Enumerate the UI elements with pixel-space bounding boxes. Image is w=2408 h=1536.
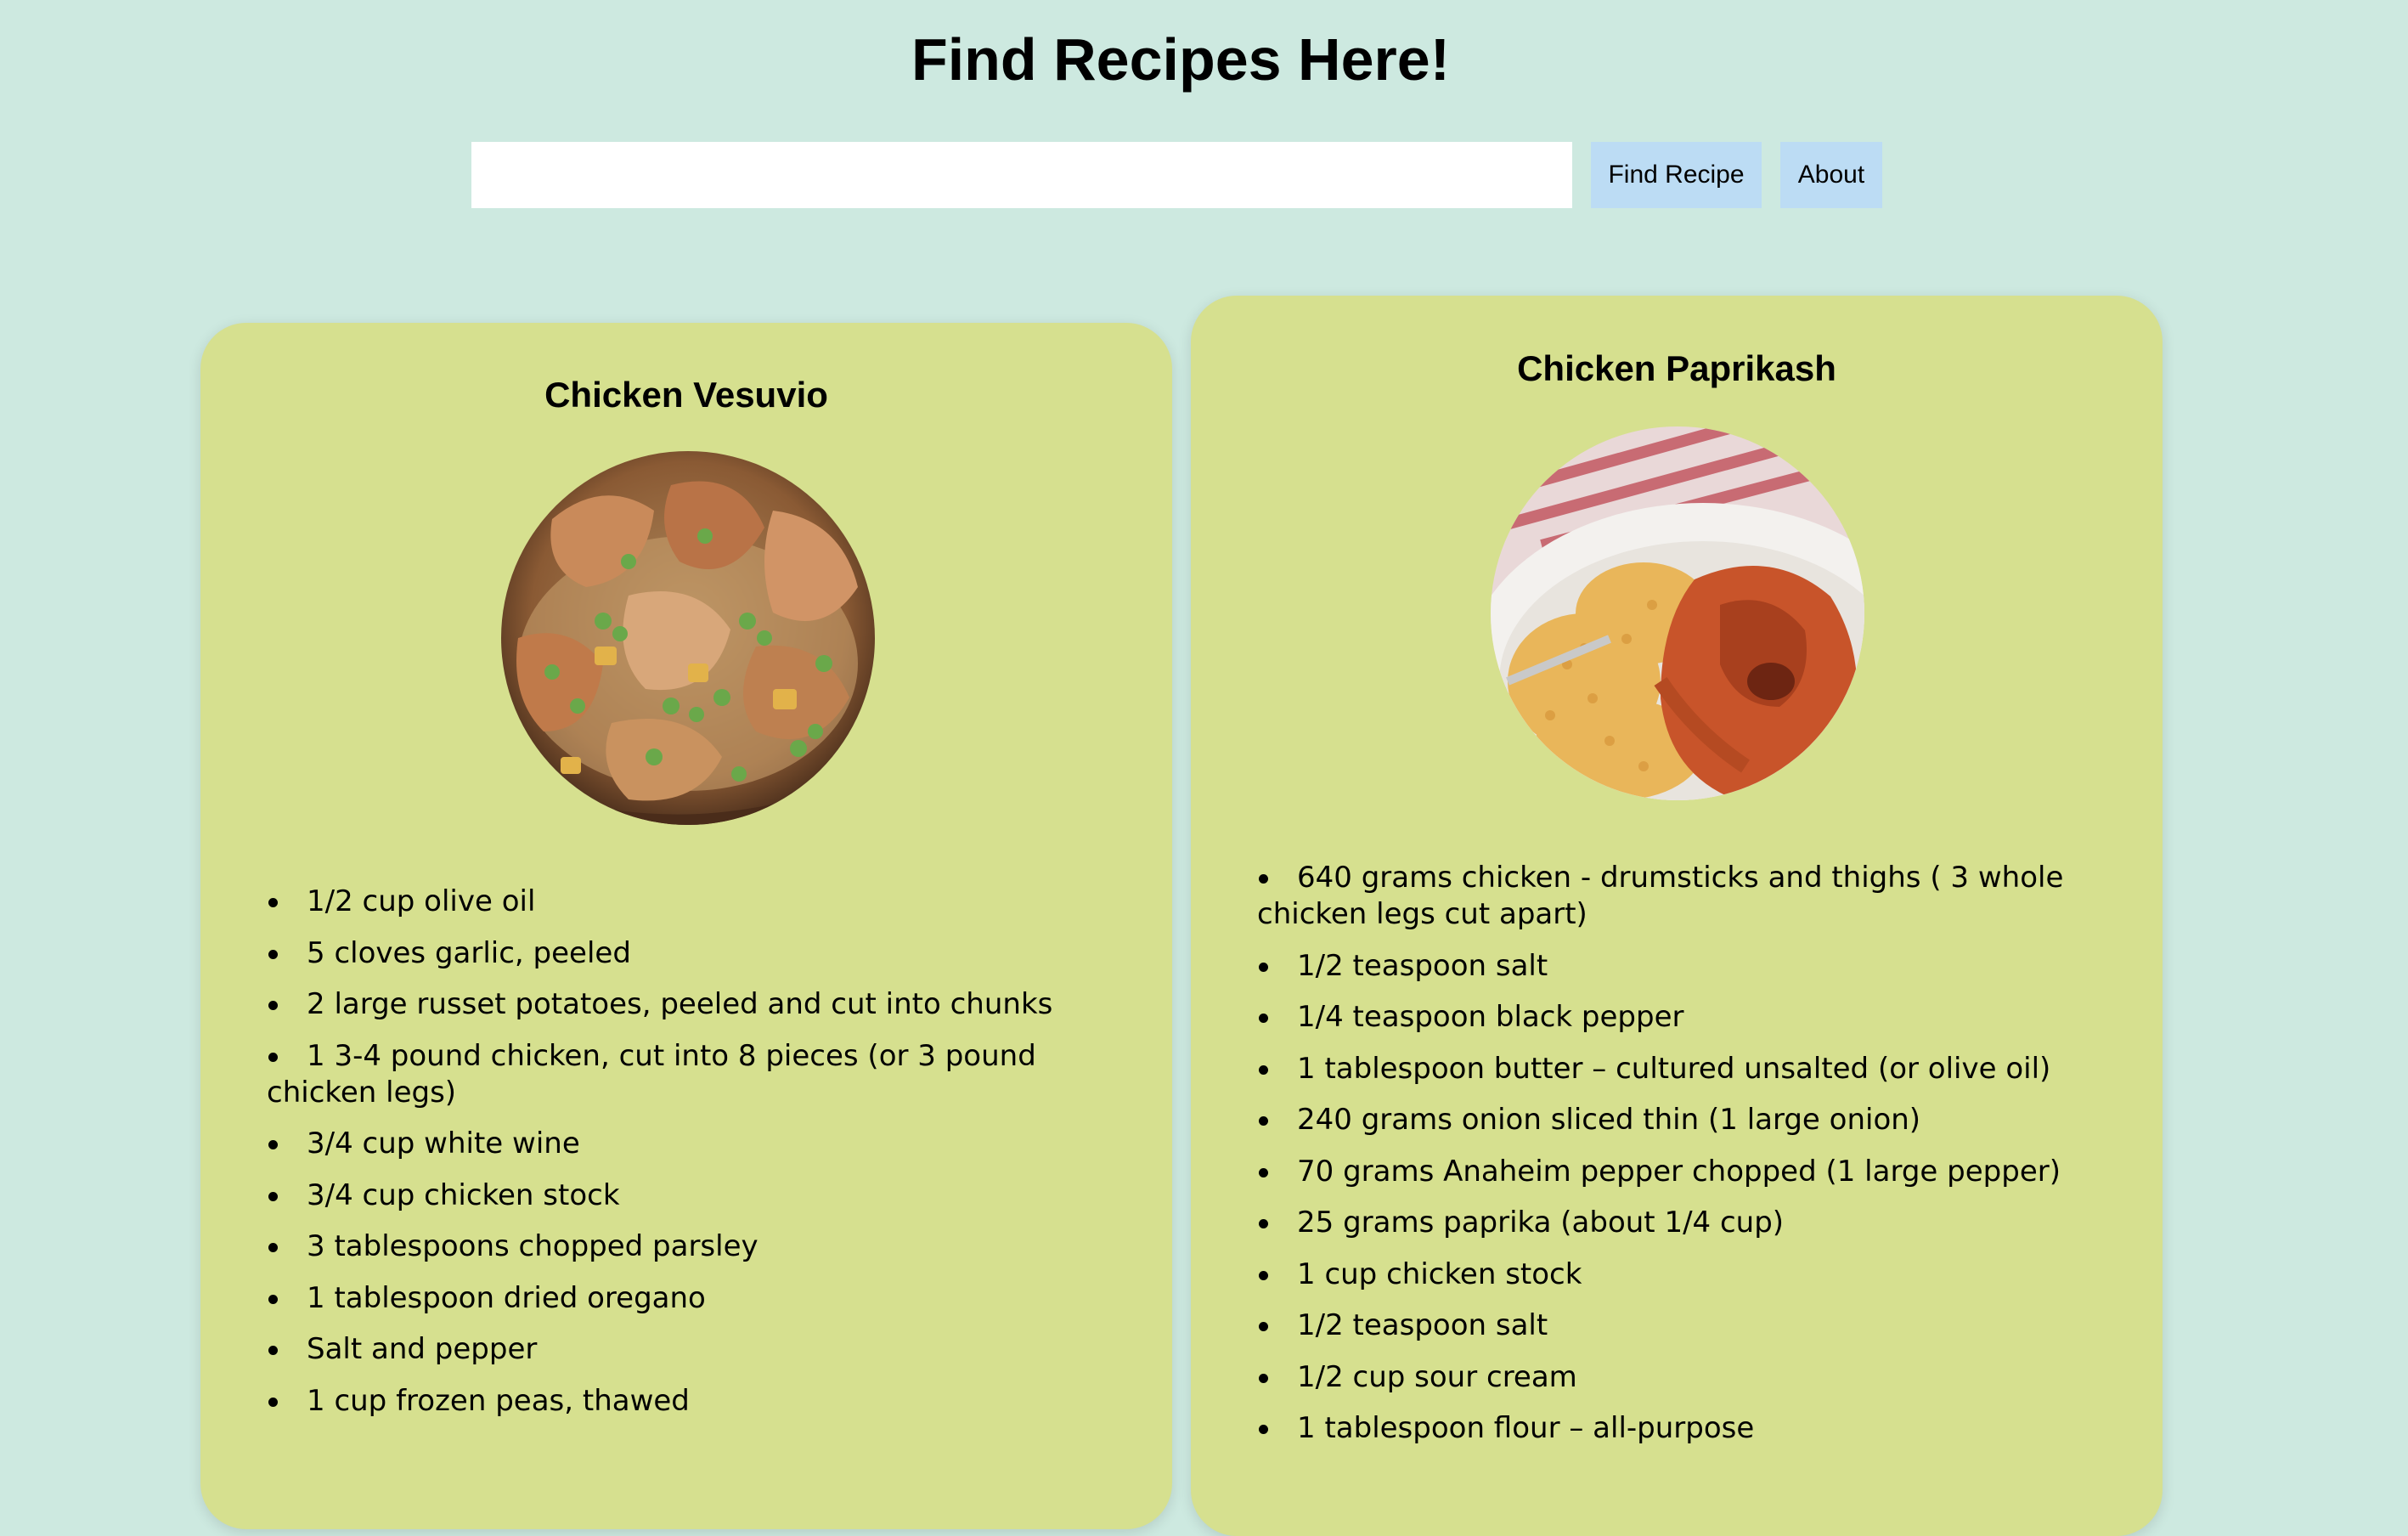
list-item: 25 grams paprika (about 1/4 cup) <box>1257 1205 2123 1241</box>
list-item: 70 grams Anaheim pepper chopped (1 large… <box>1257 1154 2123 1190</box>
recipe-title: Chicken Vesuvio <box>544 375 828 415</box>
recipe-card: Chicken Paprikash 640 grams chicken - dr… <box>1191 296 2163 1536</box>
list-item: 3 tablespoons chopped parsley <box>267 1228 1150 1265</box>
list-item: 1 3-4 pound chicken, cut into 8 pieces (… <box>267 1038 1150 1111</box>
find-recipe-button[interactable]: Find Recipe <box>1591 142 1762 208</box>
list-item: 5 cloves garlic, peeled <box>267 935 1150 972</box>
list-item: Salt and pepper <box>267 1331 1150 1368</box>
recipe-image <box>1491 426 1864 800</box>
list-item: 1/4 teaspoon black pepper <box>1257 999 2123 1036</box>
list-item: 1/2 teaspoon salt <box>1257 948 2123 985</box>
list-item: 3/4 cup chicken stock <box>267 1177 1150 1214</box>
list-item: 1/2 cup olive oil <box>267 884 1150 920</box>
recipe-card: Chicken Vesuvio 1/2 cup olive oil 5 clov… <box>200 323 1172 1529</box>
list-item: 1/2 teaspoon salt <box>1257 1307 2123 1344</box>
list-item: 1 tablespoon flour – all-purpose <box>1257 1410 2123 1447</box>
page-title: Find Recipes Here! <box>911 26 1451 93</box>
list-item: 2 large russet potatoes, peeled and cut … <box>267 986 1150 1023</box>
recipe-title: Chicken Paprikash <box>1517 348 1836 388</box>
about-button[interactable]: About <box>1780 142 1882 208</box>
list-item: 1 tablespoon butter – cultured unsalted … <box>1257 1051 2123 1087</box>
list-item: 640 grams chicken - drumsticks and thigh… <box>1257 860 2123 933</box>
search-input[interactable] <box>471 142 1572 208</box>
list-item: 240 grams onion sliced thin (1 large oni… <box>1257 1102 2123 1138</box>
list-item: 1 cup frozen peas, thawed <box>267 1383 1150 1420</box>
list-item: 3/4 cup white wine <box>267 1126 1150 1162</box>
list-item: 1 cup chicken stock <box>1257 1256 2123 1293</box>
ingredient-list: 640 grams chicken - drumsticks and thigh… <box>1257 860 2123 1462</box>
ingredient-list: 1/2 cup olive oil 5 cloves garlic, peele… <box>267 884 1150 1434</box>
list-item: 1/2 cup sour cream <box>1257 1359 2123 1396</box>
recipe-image <box>501 451 875 825</box>
list-item: 1 tablespoon dried oregano <box>267 1280 1150 1317</box>
